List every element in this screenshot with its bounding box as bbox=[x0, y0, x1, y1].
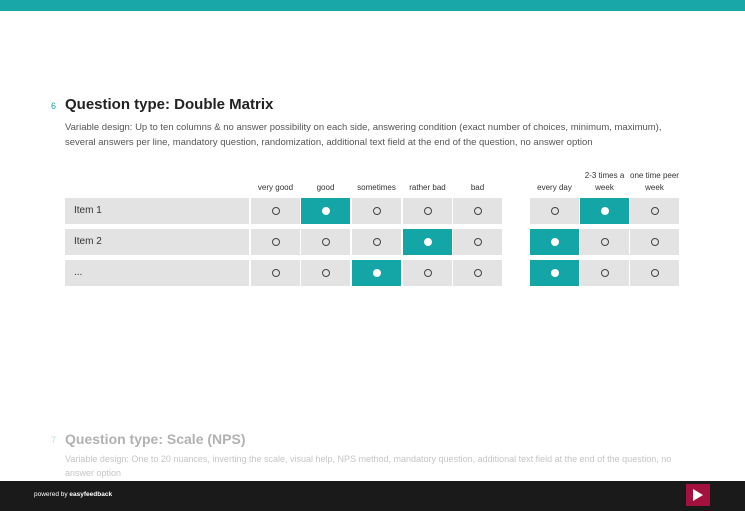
column-header: rather bad bbox=[409, 183, 446, 192]
radio-option-selected[interactable] bbox=[580, 198, 629, 224]
matrix-row: Item 1 bbox=[65, 198, 685, 224]
radio-empty-icon bbox=[372, 238, 381, 246]
radio-empty-icon bbox=[423, 207, 432, 215]
next-button[interactable] bbox=[686, 484, 710, 506]
radio-empty-icon bbox=[473, 269, 482, 277]
radio-filled-icon bbox=[550, 238, 559, 246]
question-description: Variable design: Up to ten columns & no … bbox=[65, 122, 662, 148]
top-accent-bar bbox=[0, 0, 745, 11]
radio-option[interactable] bbox=[453, 198, 502, 224]
radio-option[interactable] bbox=[301, 229, 350, 255]
radio-filled-icon bbox=[600, 207, 609, 215]
radio-option[interactable] bbox=[630, 198, 679, 224]
radio-option[interactable] bbox=[403, 198, 452, 224]
question-title: Question type: Scale (NPS) bbox=[65, 431, 246, 447]
radio-filled-icon bbox=[423, 238, 432, 246]
radio-option[interactable] bbox=[403, 260, 452, 286]
radio-option-selected[interactable] bbox=[352, 260, 401, 286]
radio-empty-icon bbox=[600, 269, 609, 277]
radio-option[interactable] bbox=[580, 229, 629, 255]
radio-filled-icon bbox=[550, 269, 559, 277]
radio-option-selected[interactable] bbox=[403, 229, 452, 255]
brand-name: easyfeedback bbox=[69, 491, 113, 498]
radio-filled-icon bbox=[321, 207, 330, 215]
radio-empty-icon bbox=[473, 238, 482, 246]
radio-empty-icon bbox=[550, 207, 559, 215]
radio-option[interactable] bbox=[580, 260, 629, 286]
radio-option[interactable] bbox=[530, 198, 579, 224]
radio-option[interactable] bbox=[251, 260, 300, 286]
radio-empty-icon bbox=[650, 238, 659, 246]
question-number: 7 bbox=[51, 435, 57, 445]
radio-option-selected[interactable] bbox=[530, 260, 579, 286]
radio-option[interactable] bbox=[630, 229, 679, 255]
radio-empty-icon bbox=[650, 269, 659, 277]
question-description: Variable design: One to 20 nuances, inve… bbox=[65, 454, 672, 478]
matrix-row: Item 2 bbox=[65, 229, 685, 255]
radio-option[interactable] bbox=[352, 229, 401, 255]
radio-empty-icon bbox=[423, 269, 432, 277]
footer: powered by easyfeedback bbox=[0, 481, 745, 511]
radio-filled-icon bbox=[372, 269, 381, 277]
radio-option[interactable] bbox=[251, 229, 300, 255]
radio-empty-icon bbox=[271, 238, 280, 246]
column-header: very good bbox=[257, 183, 294, 192]
radio-option[interactable] bbox=[251, 198, 300, 224]
radio-option[interactable] bbox=[352, 198, 401, 224]
column-header: good bbox=[316, 183, 335, 192]
row-label: Item 1 bbox=[65, 198, 249, 224]
question-title: Question type: Double Matrix bbox=[65, 96, 274, 113]
radio-empty-icon bbox=[372, 207, 381, 215]
column-header: one time peer week bbox=[630, 171, 679, 192]
radio-option[interactable] bbox=[630, 260, 679, 286]
row-label: ... bbox=[65, 260, 249, 286]
column-header: every day bbox=[537, 183, 572, 192]
question-number: 6 bbox=[51, 101, 57, 111]
column-header: bad bbox=[470, 183, 485, 192]
radio-option[interactable] bbox=[453, 229, 502, 255]
column-header: sometimes bbox=[357, 183, 396, 192]
radio-empty-icon bbox=[321, 238, 330, 246]
radio-option[interactable] bbox=[301, 260, 350, 286]
radio-empty-icon bbox=[271, 207, 280, 215]
radio-empty-icon bbox=[321, 269, 330, 277]
radio-option[interactable] bbox=[453, 260, 502, 286]
radio-option-selected[interactable] bbox=[530, 229, 579, 255]
row-label: Item 2 bbox=[65, 229, 249, 255]
radio-empty-icon bbox=[271, 269, 280, 277]
column-header: 2-3 times a week bbox=[584, 171, 625, 192]
powered-by-text: powered by easyfeedback bbox=[34, 491, 113, 498]
matrix-row: ... bbox=[65, 260, 685, 286]
radio-empty-icon bbox=[473, 207, 482, 215]
radio-empty-icon bbox=[650, 207, 659, 215]
radio-option-selected[interactable] bbox=[301, 198, 350, 224]
play-arrow-icon bbox=[693, 489, 703, 501]
radio-empty-icon bbox=[600, 238, 609, 246]
